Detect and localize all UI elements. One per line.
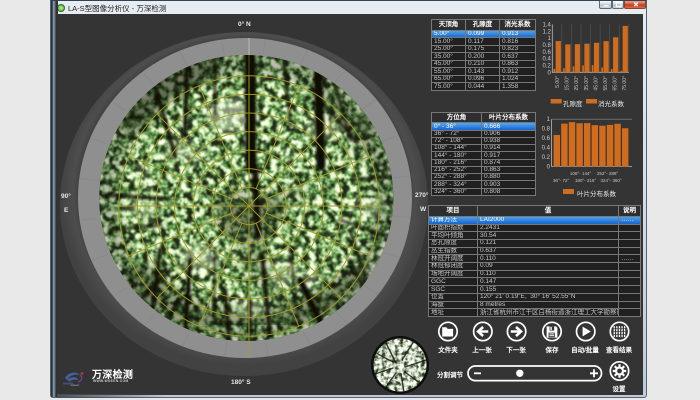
- svg-text:252°- 288°: 252°- 288°: [597, 171, 618, 176]
- svg-text:0.4: 0.4: [542, 57, 551, 63]
- svg-text:0.8: 0.8: [542, 43, 551, 49]
- svg-text:324°- 360°: 324°- 360°: [600, 178, 621, 183]
- svg-text:5.00°: 5.00°: [555, 76, 561, 88]
- svg-text:108°- 144°: 108°- 144°: [570, 171, 591, 176]
- svg-text:1: 1: [547, 117, 551, 123]
- svg-text:0.4: 0.4: [542, 146, 551, 152]
- svg-text:75.00°: 75.00°: [622, 76, 628, 91]
- svg-text:65.00°: 65.00°: [612, 76, 618, 91]
- svg-text:35.00°: 35.00°: [584, 76, 590, 91]
- svg-text:0.8: 0.8: [542, 127, 551, 133]
- svg-text:0.6: 0.6: [542, 50, 551, 56]
- svg-text:45.00°: 45.00°: [593, 76, 599, 91]
- svg-text:25.00°: 25.00°: [574, 76, 580, 91]
- svg-text:1.4: 1.4: [542, 22, 551, 28]
- svg-text:55.00°: 55.00°: [603, 76, 609, 91]
- svg-text:1.2: 1.2: [542, 29, 551, 35]
- svg-text:0.2: 0.2: [542, 63, 551, 69]
- svg-text:0.2: 0.2: [542, 155, 551, 161]
- svg-text:15.00°: 15.00°: [565, 76, 571, 91]
- svg-text:180°- 216°: 180°- 216°: [575, 178, 596, 183]
- svg-text:0: 0: [547, 164, 551, 170]
- svg-text:1: 1: [547, 36, 551, 42]
- svg-text:36°- 72°: 36°- 72°: [553, 178, 569, 183]
- svg-text:0: 0: [547, 70, 551, 76]
- svg-text:0.6: 0.6: [542, 136, 551, 142]
- svg-text:wseen: wseen: [71, 383, 80, 387]
